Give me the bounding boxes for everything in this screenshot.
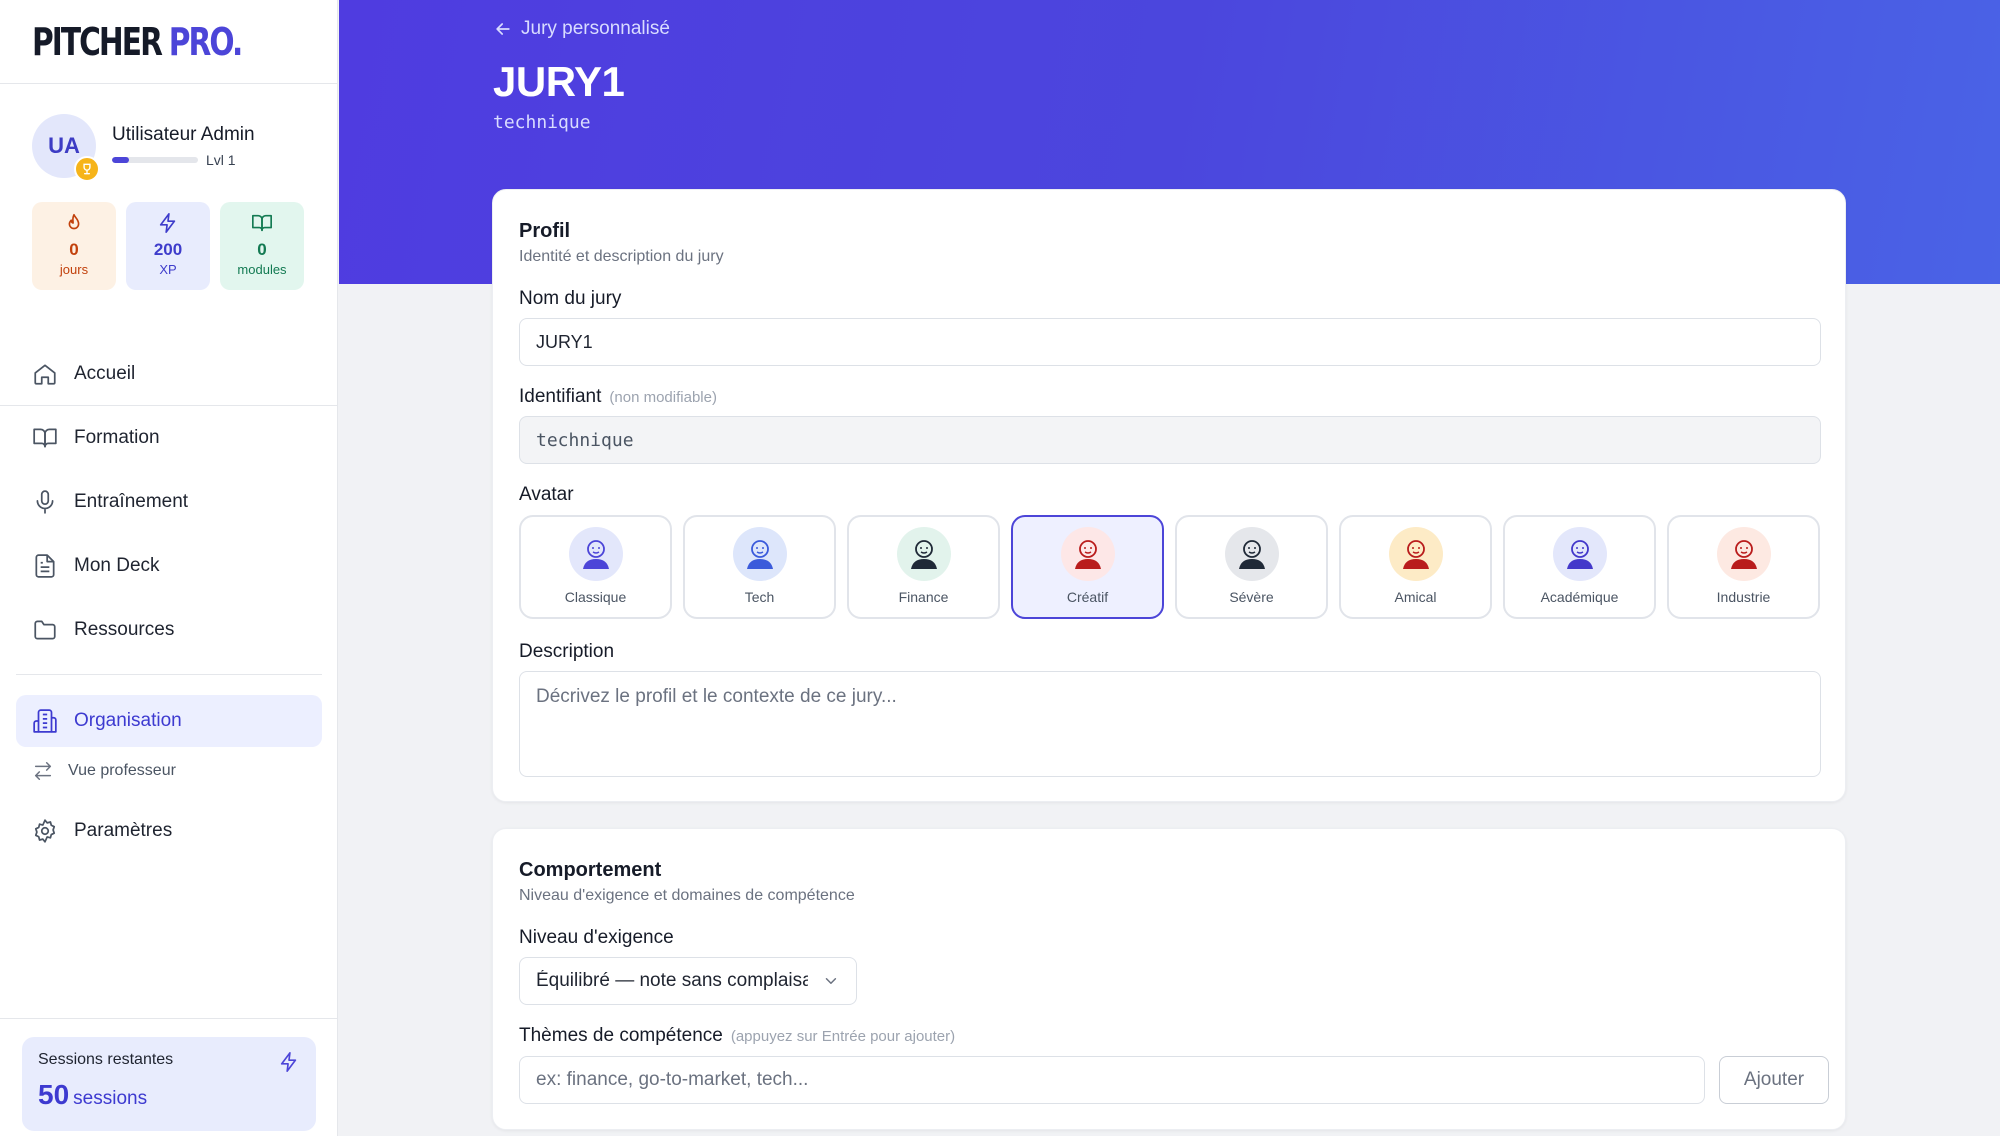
person-icon [732,527,787,581]
nav-divider [16,674,322,675]
person-icon [1224,527,1279,581]
nav-list: Accueil Formation Entraînement Mon Deck … [16,348,322,869]
bolt-icon [159,213,176,233]
description-textarea[interactable]: Décrivez le profil et le contexte de ce … [519,671,1821,777]
comportement-card: Comportement Niveau d'exigence et domain… [492,828,1846,1130]
bolt-icon [280,1052,297,1072]
comportement-title: Comportement [519,859,662,881]
logo[interactable]: PITCHER PRO. [32,20,243,64]
avatar-option[interactable]: Académique [1503,515,1656,619]
avatar-option[interactable]: Sévère [1175,515,1328,619]
sessions-value: 50 sessions [38,1079,148,1110]
stat-jours: 0 jours [32,202,116,290]
mic-icon [36,490,54,514]
profil-subtitle: Identité et description du jury [519,248,724,265]
avatar-picker: Classique Tech Finance Créatif Sévère Amical A… [519,515,1820,619]
nav-item-mon-deck[interactable]: Mon Deck [16,540,322,592]
avatar-option[interactable]: Créatif [1011,515,1164,619]
brand-bar: PITCHER PRO. [0,0,337,84]
sessions-card: Sessions restantes 50 sessions [22,1037,316,1131]
book-icon [252,214,272,232]
sessions-title: Sessions restantes [38,1051,174,1068]
folder-icon [34,620,56,640]
flame-icon [68,213,80,230]
nav-item-accueil[interactable]: Accueil [16,348,322,400]
identifiant-input: technique [519,416,1821,464]
avatar-option[interactable]: Industrie [1667,515,1820,619]
chevron-down-icon [825,978,837,984]
sidebar: PITCHERPRO. UA Utilisateur Admin Lvl 1 [0,0,338,1136]
home-icon [34,364,56,385]
comportement-subtitle: Niveau d'exigence et domaines de compéte… [519,887,855,904]
nav-item-entrainement[interactable]: Entraînement [16,476,322,528]
profil-title: Profil [519,220,571,242]
book-icon [33,428,57,448]
niveau-label: Niveau d'exigence [519,927,674,948]
person-icon [1716,527,1771,581]
avatar-label: Avatar [519,484,574,505]
arrow-left-icon [496,23,510,35]
nom-label: Nom du jury [519,288,622,309]
add-theme-button[interactable]: Ajouter [1719,1056,1829,1104]
stats-row: 0 jours 200 XP 0 modules [32,202,305,290]
swap-icon [34,762,52,780]
stat-xp: 200 XP [126,202,210,290]
level-progress-fill [112,157,130,163]
avatar[interactable]: UA [32,114,100,182]
identifiant-label: Identifiant (non modifiable) [519,386,717,407]
nav-item-vue-professeur[interactable]: Vue professeur [16,753,322,789]
avatar-option[interactable]: Classique [519,515,672,619]
stat-modules: 0 modules [220,202,304,290]
avatar-option[interactable]: Finance [847,515,1000,619]
person-icon [1552,527,1607,581]
document-icon [35,554,55,578]
gear-icon [34,819,56,843]
user-name: Utilisateur Admin [112,124,255,145]
description-label: Description [519,641,615,662]
avatar-option[interactable]: Amical [1339,515,1492,619]
nav-item-parametres[interactable]: Paramètres [16,805,322,857]
avatar-option[interactable]: Tech [683,515,836,619]
nav-item-organisation[interactable]: Organisation [16,695,322,747]
trophy-icon [74,156,100,182]
niveau-select[interactable]: Équilibré — note sans complaisance [519,957,857,1005]
profil-card: Profil Identité et description du jury N… [492,189,1846,802]
person-icon [568,527,623,581]
level-progress-bar [112,157,198,163]
page-title: JURY1 [493,58,625,105]
nav-item-ressources[interactable]: Ressources [16,604,322,656]
person-icon [1060,527,1115,581]
themes-input[interactable]: ex: finance, go-to-market, tech... [519,1056,1705,1104]
person-icon [1388,527,1443,581]
building-icon [33,709,57,733]
page-subtitle: technique [493,112,591,133]
nom-input[interactable]: JURY1 [519,318,1821,366]
level-label: Lvl 1 [206,152,236,168]
nav-item-formation[interactable]: Formation [16,412,322,464]
person-icon [896,527,951,581]
themes-label: Thèmes de compétence (appuyez sur Entrée … [519,1025,956,1046]
back-link[interactable]: Jury personnalisé [493,18,670,40]
sessions-footer: Sessions restantes 50 sessions [0,1018,337,1136]
